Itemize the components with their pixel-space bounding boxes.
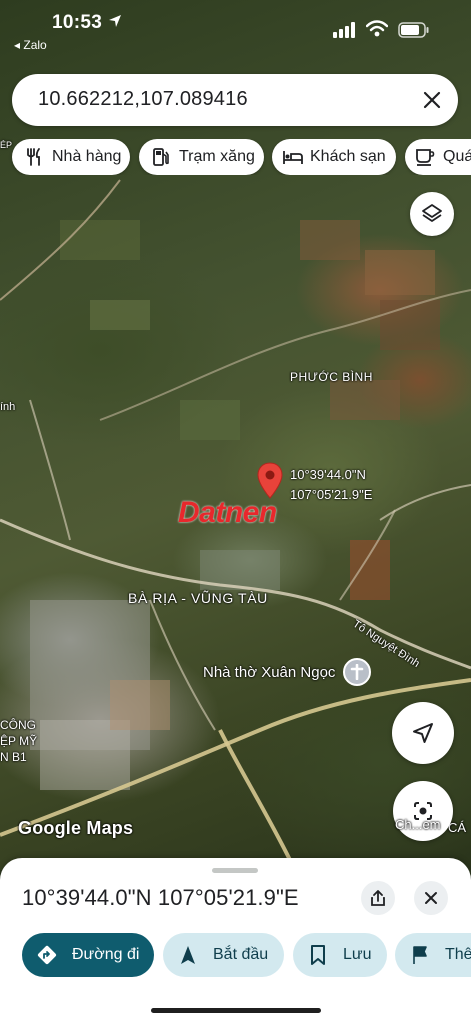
chip-label: Nhà hàng — [52, 148, 122, 165]
chip-hotels[interactable]: Khách sạn — [272, 139, 396, 175]
restaurant-icon — [24, 147, 44, 167]
map-layers-button[interactable] — [410, 192, 454, 236]
chip-gas-stations[interactable]: Trạm xăng — [139, 139, 264, 175]
action-buttons: Đường đi Bắt đầu Lưu Thê — [0, 933, 471, 977]
my-location-button[interactable] — [392, 702, 454, 764]
place-bottom-sheet[interactable]: 10°39'44.0"N 107°05'21.9"E Đường đi Bắt — [0, 858, 471, 1024]
layers-icon — [422, 204, 442, 222]
chip-label: Trạm xăng — [179, 148, 255, 165]
church-label[interactable]: Nhà thờ Xuân Ngọc — [203, 664, 335, 681]
search-input[interactable]: 10.662212,107.089416 — [38, 88, 248, 111]
share-icon — [371, 890, 385, 906]
clear-search-button[interactable] — [420, 88, 444, 112]
hotel-icon — [282, 147, 303, 167]
directions-icon — [36, 944, 58, 966]
drag-handle[interactable] — [212, 868, 258, 873]
gas-station-icon — [151, 147, 171, 167]
share-button[interactable] — [361, 881, 395, 915]
action-label: Đường đi — [72, 946, 140, 963]
action-label: Lưu — [343, 946, 372, 963]
category-chips: Nhà hàng Trạm xăng Khách sạn Quá — [0, 139, 471, 175]
province-label: BÀ RỊA - VŨNG TÀU — [128, 590, 268, 606]
close-icon — [425, 892, 437, 904]
flag-icon — [409, 944, 431, 966]
home-indicator[interactable] — [151, 1008, 321, 1013]
status-bar: 10:53 ◂ Zalo — [0, 0, 471, 52]
chip-label: Quán — [443, 148, 471, 165]
clock-time: 10:53 — [52, 12, 103, 33]
industrial-zone-label: ỆP MỸ — [0, 734, 38, 748]
add-label-button[interactable]: Thê — [395, 933, 471, 977]
cellular-signal-icon — [333, 22, 357, 43]
navigation-arrow-icon — [177, 944, 199, 966]
map-edge-label: ính — [0, 401, 16, 413]
industrial-zone-label: CÔNG — [0, 718, 36, 732]
location-arrow-icon — [108, 14, 122, 33]
bookmark-icon — [307, 944, 329, 966]
battery-icon — [398, 22, 430, 43]
pin-longitude-label: 107°05'21.9"E — [290, 487, 373, 502]
save-button[interactable]: Lưu — [293, 933, 387, 977]
chip-cafes[interactable]: Quán — [405, 139, 471, 175]
location-pin-icon[interactable] — [257, 462, 283, 505]
back-to-app-link[interactable]: ◂ Zalo — [14, 38, 47, 52]
chip-label: Khách sạn — [310, 148, 386, 165]
coordinates-title: 10°39'44.0"N 107°05'21.9"E — [22, 885, 299, 910]
pin-latitude-label: 10°39'44.0"N — [290, 467, 366, 482]
search-bar[interactable]: 10.662212,107.089416 — [12, 74, 458, 126]
wifi-icon — [365, 20, 389, 43]
place-label-phuoc-binh[interactable]: PHƯỚC BÌNH — [290, 370, 373, 384]
industrial-zone-label: N B1 — [0, 750, 27, 764]
chip-restaurants[interactable]: Nhà hàng — [12, 139, 130, 175]
close-icon — [423, 91, 441, 109]
action-label: Bắt đầu — [213, 946, 269, 963]
cafe-icon — [415, 147, 435, 167]
navigation-arrow-icon — [413, 723, 433, 743]
start-navigation-button[interactable]: Bắt đầu — [163, 933, 284, 977]
close-sheet-button[interactable] — [414, 881, 448, 915]
church-icon[interactable] — [343, 658, 371, 686]
action-label: Thê — [445, 946, 471, 963]
directions-button[interactable]: Đường đi — [22, 933, 154, 977]
lens-button-label: Ch...em — [395, 817, 441, 832]
google-maps-logo: Google Maps — [18, 818, 134, 838]
google-lens-button[interactable] — [393, 781, 453, 841]
